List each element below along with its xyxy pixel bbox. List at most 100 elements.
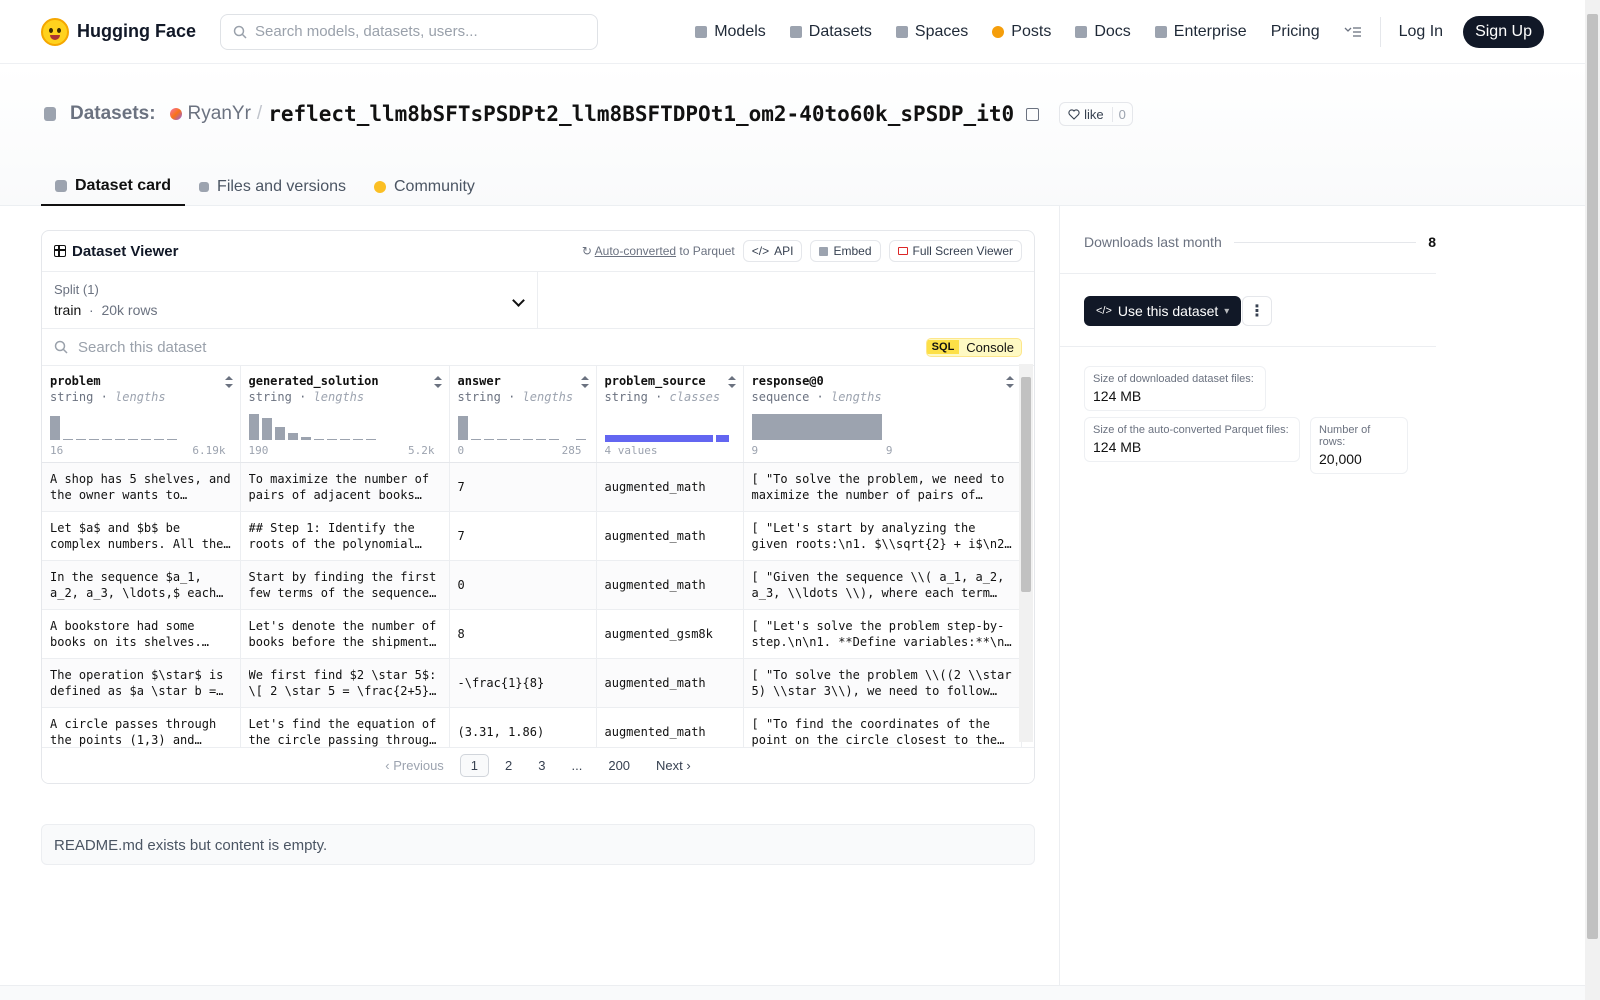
scrollbar-thumb[interactable] [1587, 14, 1598, 939]
table-cell[interactable]: We first find $2 \star 5$: \[ 2 \star 5 … [240, 658, 450, 708]
table-cell[interactable]: A bookstore had some books on its shelve… [42, 609, 241, 659]
table-cell[interactable]: augmented_math [596, 462, 744, 512]
table-scrollbar[interactable] [1019, 364, 1033, 742]
page-scrollbar[interactable] [1585, 0, 1600, 1000]
page-button[interactable]: 3 [528, 755, 555, 776]
table-cell[interactable]: 0 [449, 560, 597, 610]
table-cell[interactable]: [ "Given the sequence \\( a_1, a_2, a_3,… [743, 560, 1022, 610]
page-button[interactable]: 200 [598, 755, 640, 776]
table-cell[interactable]: In the sequence $a_1, a_2, a_3, \ldots,$… [42, 560, 241, 610]
auto-converted-text: to Parquet [679, 244, 735, 258]
split-selector[interactable]: Split (1) train · 20k rows [42, 272, 538, 328]
table-row[interactable]: Let $a$ and $b$ be complex numbers. All … [42, 511, 1022, 561]
table-row[interactable]: In the sequence $a_1, a_2, a_3, \ldots,$… [42, 560, 1022, 610]
sort-icon[interactable] [433, 376, 442, 388]
page-button[interactable]: 2 [495, 755, 522, 776]
sql-console-button[interactable]: SQL Console [925, 337, 1022, 357]
sort-icon[interactable] [727, 376, 736, 388]
column-header-answer[interactable]: answer string · lengths 0 285 [449, 366, 597, 463]
nav-docs[interactable]: Docs [1063, 14, 1142, 50]
column-header-generated-solution[interactable]: generated_solution string · lengths 190 5… [240, 366, 450, 463]
stat-value: 124 MB [1093, 439, 1142, 455]
cell-text: To maximize the number of pairs of adjac… [248, 471, 430, 502]
table-cell[interactable]: -\frac{1}{8} [449, 658, 597, 708]
data-table: problem string · lengths 16 6.19k generat… [42, 366, 1022, 757]
tab-files[interactable]: Files and versions [185, 167, 360, 206]
auto-converted-note: ↻ Auto-converted to Parquet [582, 244, 735, 258]
fullscreen-button[interactable]: Full Screen Viewer [888, 240, 1022, 262]
split-value: train · 20k rows [54, 302, 158, 318]
embed-button[interactable]: Embed [810, 240, 881, 262]
use-dataset-button[interactable]: </> Use this dataset ▾ [1084, 296, 1242, 326]
cell-text: 0 [457, 577, 465, 592]
sort-icon[interactable] [224, 376, 233, 388]
table-cell[interactable]: 7 [449, 511, 597, 561]
page-button[interactable]: 1 [459, 754, 490, 777]
scrollbar-thumb[interactable] [1021, 377, 1031, 592]
table-cell[interactable]: 8 [449, 609, 597, 659]
nav-models[interactable]: Models [683, 14, 778, 50]
next-page-button[interactable]: Next › [646, 755, 701, 776]
sort-icon[interactable] [1005, 376, 1014, 388]
column-name: problem [50, 374, 101, 388]
nav-posts[interactable]: Posts [980, 14, 1063, 50]
more-menu-icon[interactable] [1332, 14, 1374, 50]
next-label: Next [656, 758, 683, 773]
login-link[interactable]: Log In [1387, 14, 1455, 50]
copy-icon[interactable] [1026, 107, 1040, 121]
dataset-search-input[interactable]: Search this dataset SQL Console [42, 329, 1034, 366]
api-button[interactable]: </> API [742, 240, 803, 262]
table-cell[interactable]: Start by finding the first few terms of … [240, 560, 450, 610]
table-cell[interactable]: [ "Let's start by analyzing the given ro… [743, 511, 1022, 561]
table-cell[interactable]: A shop has 5 shelves, and the owner want… [42, 462, 241, 512]
sort-icon[interactable] [580, 376, 589, 388]
table-cell[interactable]: To maximize the number of pairs of adjac… [240, 462, 450, 512]
cell-text: [ "To solve the problem \\((2 \\star 5) … [751, 667, 1012, 698]
table-cell[interactable]: 7 [449, 462, 597, 512]
table-cell[interactable]: augmented_math [596, 658, 744, 708]
split-rows: 20k rows [101, 302, 158, 318]
nav-pricing[interactable]: Pricing [1259, 14, 1332, 50]
breadcrumb-datasets[interactable]: Datasets: [70, 103, 156, 125]
column-stat-label: classes [669, 390, 721, 404]
table-cell[interactable]: ## Step 1: Identify the roots of the pol… [240, 511, 450, 561]
column-type: string · classes [604, 390, 721, 404]
table-row[interactable]: A bookstore had some books on its shelve… [42, 609, 1022, 659]
signup-button[interactable]: Sign Up [1463, 15, 1544, 48]
table-cell[interactable]: augmented_gsm8k [596, 609, 744, 659]
global-search-input[interactable]: Search models, datasets, users... [220, 13, 599, 50]
column-header-problem[interactable]: problem string · lengths 16 6.19k [42, 366, 241, 463]
range-max: 285 [561, 443, 582, 457]
column-type-label: sequence [751, 390, 810, 404]
table-cell[interactable]: [ "To solve the problem, we need to maxi… [743, 462, 1022, 512]
nav-enterprise[interactable]: Enterprise [1143, 14, 1259, 50]
cell-text: augmented_math [604, 675, 706, 690]
table-cell[interactable]: [ "To solve the problem \\((2 \\star 5) … [743, 658, 1022, 708]
table-cell[interactable]: augmented_math [596, 560, 744, 610]
column-header-response[interactable]: response@0 sequence · lengths 99 [743, 366, 1022, 463]
previous-page-button[interactable]: ‹ Previous [375, 755, 454, 776]
table-icon [54, 245, 66, 257]
more-options-icon[interactable]: ⋮ [1242, 296, 1272, 326]
brand-logo[interactable]: Hugging Face [41, 17, 196, 46]
column-type-label: string [604, 390, 648, 404]
tab-community[interactable]: Community [360, 167, 489, 206]
auto-converted-link[interactable]: Auto-converted [595, 244, 676, 258]
table-cell[interactable]: Let $a$ and $b$ be complex numbers. All … [42, 511, 241, 561]
nav-spaces[interactable]: Spaces [884, 14, 980, 50]
range-min: 0 [457, 443, 465, 457]
owner-link[interactable]: RyanYr [188, 103, 251, 125]
tab-dataset-card[interactable]: Dataset card [41, 167, 186, 206]
nav-datasets[interactable]: Datasets [778, 14, 884, 50]
cell-text: [ "To find the coordinates of the point … [751, 716, 998, 747]
table-cell[interactable]: augmented_math [596, 511, 744, 561]
table-cell[interactable]: The operation $\star$ is defined as $a \… [42, 658, 241, 708]
use-dataset-label: Use this dataset [1117, 303, 1219, 319]
column-header-problem-source[interactable]: problem_source string · classes 4 values [596, 366, 744, 463]
viewer-title-text: Dataset Viewer [72, 242, 179, 260]
table-row[interactable]: A shop has 5 shelves, and the owner want… [42, 462, 1022, 512]
table-cell[interactable]: Let's denote the number of books before … [240, 609, 450, 659]
like-button[interactable]: like 0 [1059, 102, 1133, 126]
table-row[interactable]: The operation $\star$ is defined as $a \… [42, 658, 1022, 708]
table-cell[interactable]: [ "Let's solve the problem step-by-step.… [743, 609, 1022, 659]
